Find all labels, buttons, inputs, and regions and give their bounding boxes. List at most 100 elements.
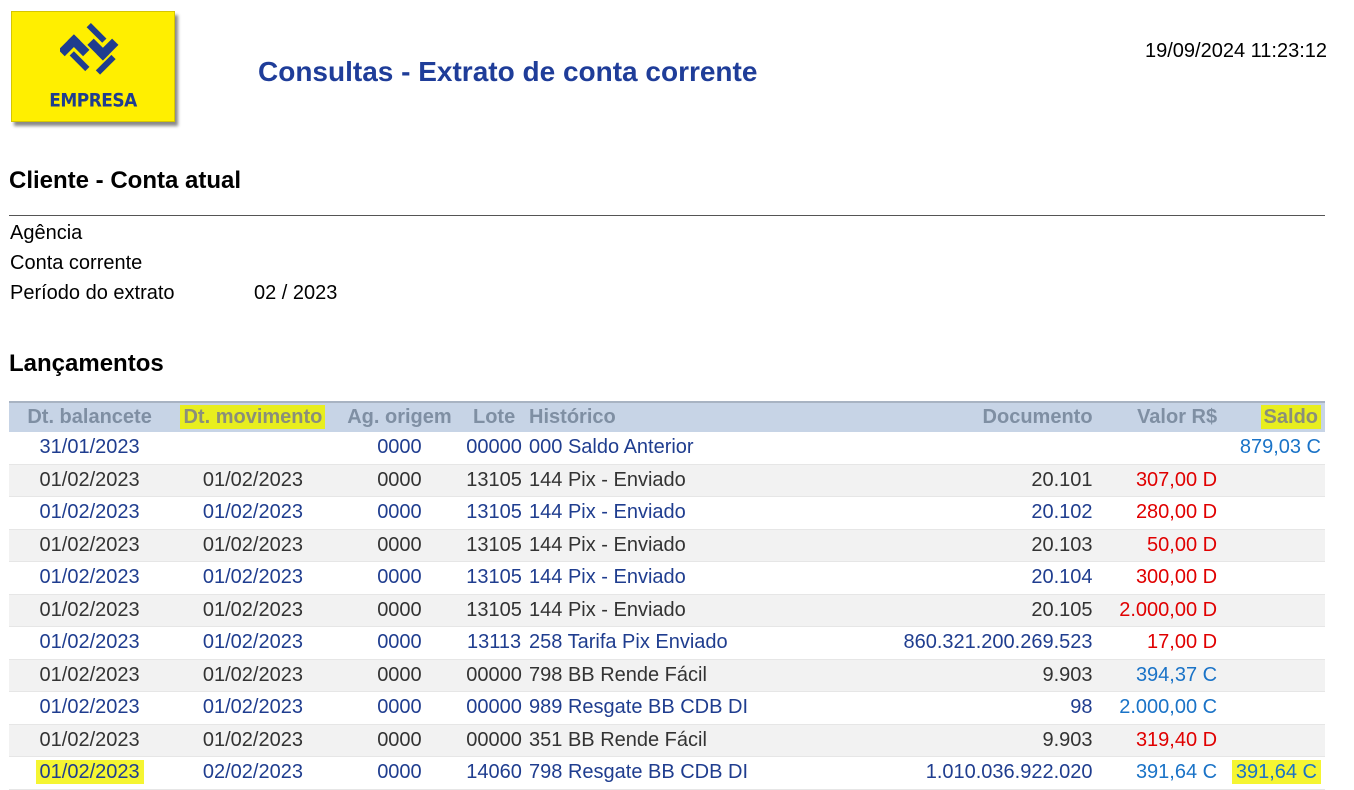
cell-dt-balancete-text: 01/02/2023: [39, 631, 140, 654]
cell-dt-balancete-text: 01/02/2023: [39, 533, 140, 556]
cell-valor: 50,00 D: [1100, 529, 1226, 562]
cell-valor-text: 307,00 D: [1135, 468, 1218, 491]
cell-valor-text: 391,64 C: [1135, 761, 1218, 784]
logo-text: EMPRESA: [49, 90, 137, 112]
cell-ag-origem: 0000: [335, 756, 464, 790]
cell-historico-text: 000 Saldo Anterior: [529, 436, 694, 459]
cell-dt-balancete-text: 01/02/2023: [39, 598, 140, 621]
cell-dt-movimento: 02/02/2023: [170, 756, 336, 790]
cell-ag-origem-text: 0000: [377, 533, 422, 556]
cell-historico-text: 258 Tarifa Pix Enviado: [529, 631, 728, 654]
cell-dt-balancete: 31/01/2023: [9, 432, 171, 465]
cell-dt-movimento-text: 01/02/2023: [202, 566, 303, 589]
cell-valor-text: 280,00 D: [1135, 501, 1218, 524]
cell-ag-origem: 0000: [335, 529, 464, 562]
cell-saldo: [1225, 464, 1325, 497]
cell-ag-origem-text: 0000: [377, 566, 422, 589]
cell-dt-movimento: 01/02/2023: [170, 659, 336, 692]
cell-dt-balancete-text: 01/02/2023: [39, 696, 140, 719]
cell-documento-text: 1.010.036.922.020: [925, 761, 1093, 784]
table-row: 01/02/2023 01/02/2023 0000 00000 351 BB Rend…: [9, 724, 1325, 757]
cell-dt-movimento: 01/02/2023: [170, 529, 336, 562]
cell-documento-text: 20.104: [1031, 566, 1093, 589]
cell-dt-movimento-text: 01/02/2023: [202, 468, 303, 491]
table-header-row: Dt. balancete Dt. movimento Ag. origem L…: [9, 401, 1325, 432]
table-row: 01/02/2023 01/02/2023 0000 13113 258 Tarifa …: [9, 626, 1325, 660]
cell-historico: 258 Tarifa Pix Enviado: [525, 626, 839, 660]
col-lote: Lote: [463, 401, 526, 432]
cell-documento-text: 20.101: [1031, 468, 1093, 491]
cell-dt-balancete-text: 01/02/2023: [39, 566, 140, 589]
cell-valor: [1100, 432, 1226, 465]
cell-dt-balancete-text: 01/02/2023: [39, 663, 140, 686]
cell-lote-text: 13105: [466, 533, 522, 556]
cell-ag-origem-text: 0000: [377, 631, 422, 654]
cell-dt-balancete-text: 01/02/2023: [35, 760, 144, 785]
cell-documento-text: 20.105: [1031, 598, 1093, 621]
cell-lote: 13105: [463, 594, 526, 627]
agencia-label: Agência: [10, 222, 83, 244]
table-row: 01/02/2023 01/02/2023 0000 13105 144 Pix - E…: [9, 561, 1325, 595]
cell-historico-text: 144 Pix - Enviado: [529, 598, 686, 621]
cell-valor-text: 300,00 D: [1135, 566, 1218, 589]
cell-lote-text: 13113: [467, 631, 522, 654]
cell-dt-balancete-text: 31/01/2023: [39, 436, 140, 459]
cell-dt-balancete: 01/02/2023: [9, 659, 171, 692]
table-row: 01/02/2023 01/02/2023 0000 13105 144 Pix - E…: [9, 529, 1325, 562]
cell-dt-balancete: 01/02/2023: [9, 756, 171, 790]
cell-dt-movimento-text: 01/02/2023: [202, 501, 303, 524]
cell-historico-text: 798 Resgate BB CDB DI: [529, 761, 749, 784]
cell-historico-text: 989 Resgate BB CDB DI: [529, 696, 749, 719]
cell-dt-movimento: 01/02/2023: [170, 594, 336, 627]
cell-lote: 14060: [463, 756, 526, 790]
cell-valor-text: 319,40 D: [1135, 728, 1218, 751]
cell-saldo: [1225, 724, 1325, 757]
cell-ag-origem: 0000: [335, 594, 464, 627]
cell-lote: 00000: [463, 659, 526, 692]
cell-lote-text: 00000: [466, 436, 522, 459]
cell-lote: 13113: [463, 626, 526, 660]
cell-saldo-text: 879,03 C: [1239, 436, 1321, 459]
cell-dt-movimento-text: 01/02/2023: [202, 631, 303, 654]
cell-dt-balancete: 01/02/2023: [9, 561, 171, 595]
col-saldo: Saldo: [1225, 401, 1325, 432]
cell-ag-origem-text: 0000: [377, 468, 422, 491]
cell-historico-text: 144 Pix - Enviado: [529, 533, 686, 556]
cell-documento-text: 98: [1070, 696, 1093, 719]
cell-lote-text: 00000: [466, 696, 522, 719]
cell-valor: 394,37 C: [1100, 659, 1226, 692]
client-heading: Cliente - Conta atual: [9, 167, 242, 194]
col-documento: Documento: [838, 401, 1101, 432]
cell-saldo: [1225, 496, 1325, 530]
cell-dt-balancete: 01/02/2023: [9, 594, 171, 627]
cell-historico-text: 144 Pix - Enviado: [529, 468, 686, 491]
cell-saldo: [1225, 659, 1325, 692]
cell-lote-text: 13105: [466, 598, 522, 621]
cell-ag-origem-text: 0000: [377, 501, 422, 524]
cell-lote-text: 14060: [466, 761, 522, 784]
cell-documento: 860.321.200.269.523: [838, 626, 1101, 660]
cell-dt-balancete-text: 01/02/2023: [39, 501, 140, 524]
col-valor: Valor R$: [1100, 401, 1226, 432]
cell-ag-origem-text: 0000: [377, 696, 422, 719]
cell-historico: 144 Pix - Enviado: [525, 561, 839, 595]
cell-historico: 144 Pix - Enviado: [525, 464, 839, 497]
cell-dt-balancete-text: 01/02/2023: [39, 728, 140, 751]
cell-dt-movimento: 01/02/2023: [170, 561, 336, 595]
periodo-label: Período do extrato: [10, 282, 175, 304]
cell-historico: 798 BB Rende Fácil: [525, 659, 839, 692]
cell-saldo: 391,64 C: [1225, 756, 1325, 790]
cell-dt-balancete: 01/02/2023: [9, 724, 171, 757]
cell-valor: 391,64 C: [1100, 756, 1226, 790]
cell-valor: 2.000,00 C: [1100, 691, 1226, 725]
report-datetime: 19/09/2024 11:23:12: [1145, 40, 1328, 62]
cell-valor: 319,40 D: [1100, 724, 1226, 757]
cell-lote-text: 00000: [466, 663, 522, 686]
table-row: 01/02/2023 01/02/2023 0000 00000 989 Resgate…: [9, 691, 1325, 725]
cell-dt-movimento: 01/02/2023: [170, 464, 336, 497]
cell-lote-text: 13105: [466, 501, 522, 524]
cell-documento: 9.903: [838, 659, 1101, 692]
cell-dt-movimento-text: 01/02/2023: [202, 598, 303, 621]
cell-ag-origem: 0000: [335, 659, 464, 692]
cell-lote: 00000: [463, 432, 526, 465]
